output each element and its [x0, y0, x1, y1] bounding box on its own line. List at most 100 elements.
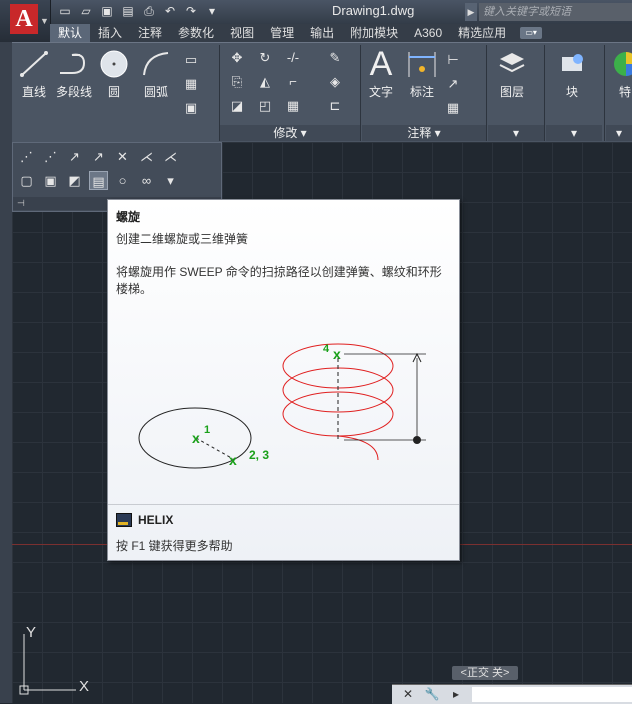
construction-line-icon[interactable]: ⋰ [17, 147, 36, 166]
title-bar: ▭ ▱ ▣ ▤ ⎙ ↶ ↷ ▾ Drawing1.dwg ▶ 键入关键字或短语 [0, 0, 632, 24]
saveas-icon[interactable]: ▤ [119, 3, 137, 19]
array-icon[interactable]: ▦ [284, 97, 302, 115]
offset-icon[interactable]: ⊏ [326, 97, 344, 115]
tab-addins[interactable]: 附加模块 [342, 24, 406, 42]
arc-label: 圆弧 [143, 85, 168, 99]
circle-icon [98, 49, 130, 79]
modify-panel-label[interactable]: 修改 ▾ [220, 125, 360, 141]
tab-annotate[interactable]: 注释 [130, 24, 170, 42]
ray-icon[interactable]: ↗ [65, 147, 84, 166]
cross-icon[interactable]: ⋌ [161, 147, 180, 166]
dropdown-icon[interactable]: ▾ [203, 3, 221, 19]
search-input[interactable]: 键入关键字或短语 [479, 3, 632, 21]
table-icon[interactable]: ▦ [444, 99, 462, 117]
color-wheel-icon [610, 49, 632, 79]
line-button[interactable]: 直线 [14, 49, 54, 100]
revcloud-icon[interactable]: ▣ [41, 171, 60, 190]
stretch-icon[interactable]: ◪ [228, 97, 246, 115]
move-icon[interactable]: ✥ [228, 49, 246, 67]
ribbon-options-icon[interactable]: ▭▾ [520, 27, 543, 39]
tab-view[interactable]: 视图 [222, 24, 262, 42]
command-input[interactable] [472, 687, 632, 702]
tab-insert[interactable]: 插入 [90, 24, 130, 42]
erase-icon[interactable]: ✎ [326, 49, 344, 67]
trim-icon[interactable]: -/- [284, 49, 302, 67]
layers-panel-expand[interactable]: ▾ [488, 125, 544, 141]
properties-button[interactable]: 特 [610, 49, 632, 100]
new-icon[interactable]: ▭ [56, 3, 74, 19]
donut-icon[interactable]: ○ [113, 171, 132, 190]
tab-output[interactable]: 输出 [302, 24, 342, 42]
command-name: HELIX [138, 513, 174, 527]
close-icon[interactable]: ✕ [400, 687, 416, 702]
properties-panel-expand[interactable]: ▾ [606, 125, 632, 141]
dimension-label: 标注 [409, 85, 434, 99]
tab-parametric[interactable]: 参数化 [170, 24, 222, 42]
circle-button[interactable]: 圆 [94, 49, 134, 100]
line-icon [18, 49, 50, 79]
document-title: Drawing1.dwg [332, 3, 415, 18]
dimension-button[interactable]: 标注 [404, 49, 440, 100]
measure-icon[interactable]: ⋌ [137, 147, 156, 166]
undo-icon[interactable]: ↶ [161, 3, 179, 19]
prompt-icon[interactable]: ▸ [448, 687, 464, 702]
arc-icon [140, 49, 172, 79]
ortho-status[interactable]: <正交 关> [452, 666, 518, 680]
rotate-icon[interactable]: ↻ [256, 49, 274, 67]
arc-button[interactable]: 圆弧 [136, 49, 176, 100]
command-line: ✕ 🔧 ▸ [392, 684, 632, 704]
copy-icon[interactable]: ⎘ [228, 73, 246, 91]
application-menu-button[interactable]: A ▼ [0, 0, 51, 42]
properties-label: 特 [618, 85, 631, 99]
scale-icon[interactable]: ◰ [256, 97, 274, 115]
tooltip-command: HELIX [116, 513, 173, 527]
save-icon[interactable]: ▣ [98, 3, 116, 19]
boundary-icon[interactable]: ◩ [65, 171, 84, 190]
wrench-icon[interactable]: 🔧 [424, 687, 440, 702]
autocad-logo: A [10, 4, 38, 34]
layers-button[interactable]: 图层 [492, 49, 532, 100]
tooltip-divider [108, 504, 459, 505]
block-panel-expand[interactable]: ▾ [546, 125, 602, 141]
ucs-x-label: X [79, 678, 89, 695]
leader-icon[interactable]: ↗ [444, 75, 462, 93]
explode-icon[interactable]: ◈ [326, 73, 344, 91]
tab-featured-apps[interactable]: 精选应用 [450, 24, 514, 42]
tooltip-description: 创建二维螺旋或三维弹簧 [116, 232, 249, 246]
linear-dimension-icon[interactable]: ⊢ [444, 51, 462, 69]
circle-label: 圆 [107, 85, 120, 99]
annotation-panel-label[interactable]: 注释 ▾ [362, 125, 486, 141]
fillet-icon[interactable]: ⌐ [284, 73, 302, 91]
redo-icon[interactable]: ↷ [182, 3, 200, 19]
xline-icon[interactable]: ↗ [89, 147, 108, 166]
helix-icon[interactable]: ▤ [89, 171, 108, 190]
expand-arrow-icon[interactable]: ▶ [465, 3, 477, 21]
chevron-down-icon[interactable]: ▾ [161, 171, 180, 190]
text-icon: A [369, 45, 393, 83]
layers-icon [496, 49, 528, 79]
tooltip-help-text: 按 F1 键获得更多帮助 [116, 539, 233, 553]
print-icon[interactable]: ⎙ [140, 3, 158, 19]
polyline-button[interactable]: 多段线 [54, 49, 94, 100]
line-label: 直线 [21, 85, 46, 99]
multiple-points-icon[interactable]: ⋰ [41, 147, 60, 166]
ribbon-tabs: 默认 插入 注释 参数化 视图 管理 输出 附加模块 A360 精选应用 ▭▾ [50, 24, 632, 42]
point-1-label: 1 [204, 424, 210, 436]
polyline-label: 多段线 [55, 85, 92, 99]
dimension-icon [406, 49, 438, 79]
spline-icon[interactable]: ∞ [137, 171, 156, 190]
tab-a360[interactable]: A360 [406, 24, 450, 42]
text-label: 文字 [368, 85, 393, 99]
region-icon[interactable]: ▣ [182, 99, 200, 117]
mirror-icon[interactable]: ◭ [256, 73, 274, 91]
command-icon [116, 513, 132, 527]
divide-icon[interactable]: ✕ [113, 147, 132, 166]
open-icon[interactable]: ▱ [77, 3, 95, 19]
text-button[interactable]: A 文字 [364, 45, 398, 100]
tab-manage[interactable]: 管理 [262, 24, 302, 42]
rectangle-icon[interactable]: ▭ [182, 51, 200, 69]
tab-home[interactable]: 默认 [50, 24, 91, 42]
hatch-icon[interactable]: ▦ [182, 75, 200, 93]
block-button[interactable]: 块 [552, 49, 592, 100]
wipeout-icon[interactable]: ▢ [17, 171, 36, 190]
